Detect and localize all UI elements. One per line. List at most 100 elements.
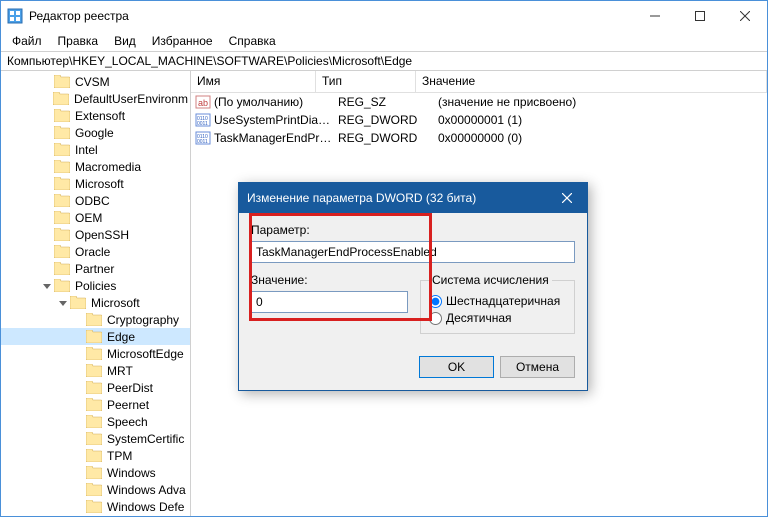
tree-label: Peernet — [105, 398, 151, 412]
tree-item[interactable]: Oracle — [1, 243, 190, 260]
dialog-close-button[interactable] — [547, 183, 587, 213]
window-title: Редактор реестра — [29, 9, 632, 23]
col-data[interactable]: Значение — [416, 71, 767, 92]
tree-pane[interactable]: CVSMDefaultUserEnvironmExtensoftGoogle In… — [1, 71, 191, 516]
cancel-button[interactable]: Отмена — [500, 356, 575, 378]
expand-icon[interactable] — [41, 280, 53, 292]
close-button[interactable] — [722, 1, 767, 31]
tree-item[interactable]: Speech — [1, 413, 190, 430]
radix-hex-row[interactable]: Шестнадцатеричная — [429, 294, 566, 308]
tree-label: ODBC — [73, 194, 112, 208]
list-row[interactable]: 01100011TaskManagerEndProc...REG_DWORD0x… — [191, 129, 767, 147]
tree-item[interactable]: OEM — [1, 209, 190, 226]
tree-item[interactable]: Windows Defe — [1, 515, 190, 516]
expand-icon[interactable] — [41, 93, 52, 105]
expand-icon[interactable] — [41, 161, 53, 173]
tree-item[interactable]: Intel — [1, 141, 190, 158]
tree-item[interactable]: MicrosoftEdge — [1, 345, 190, 362]
svg-text:0011: 0011 — [197, 139, 208, 145]
tree-item[interactable]: Windows Defe — [1, 498, 190, 515]
value-input[interactable] — [251, 291, 408, 313]
list-row[interactable]: 01100011UseSystemPrintDialogREG_DWORD0x0… — [191, 111, 767, 129]
row-data: 0x00000000 (0) — [432, 131, 767, 145]
tree-item[interactable]: MRT — [1, 362, 190, 379]
radix-hex-radio[interactable] — [429, 295, 442, 308]
tree-item[interactable]: Policies — [1, 277, 190, 294]
menu-view[interactable]: Вид — [107, 32, 143, 50]
ok-button[interactable]: OK — [419, 356, 494, 378]
tree-item[interactable]: Microsoft — [1, 175, 190, 192]
expand-icon[interactable] — [73, 365, 85, 377]
tree-item[interactable]: Microsoft — [1, 294, 190, 311]
tree-item[interactable]: ODBC — [1, 192, 190, 209]
titlebar: Редактор реестра — [1, 1, 767, 31]
radix-dec-label: Десятичная — [446, 311, 512, 325]
expand-icon[interactable] — [73, 484, 85, 496]
tree-label: CVSM — [73, 75, 112, 89]
expand-icon[interactable] — [73, 348, 85, 360]
list-row[interactable]: ab(По умолчанию)REG_SZ(значение не присв… — [191, 93, 767, 111]
row-type: REG_DWORD — [332, 113, 432, 127]
row-name: TaskManagerEndProc... — [214, 131, 332, 145]
expand-icon[interactable] — [73, 399, 85, 411]
menu-file[interactable]: Файл — [5, 32, 49, 50]
menu-edit[interactable]: Правка — [51, 32, 106, 50]
expand-icon[interactable] — [41, 229, 53, 241]
radix-dec-row[interactable]: Десятичная — [429, 311, 566, 325]
tree-item[interactable]: Edge — [1, 328, 190, 345]
tree-item[interactable]: Macromedia — [1, 158, 190, 175]
menu-help[interactable]: Справка — [222, 32, 283, 50]
expand-icon[interactable] — [41, 144, 53, 156]
tree-label: OEM — [73, 211, 104, 225]
param-name-input[interactable] — [251, 241, 575, 263]
tree-item[interactable]: OpenSSH — [1, 226, 190, 243]
expand-icon[interactable] — [41, 263, 53, 275]
radix-dec-radio[interactable] — [429, 312, 442, 325]
expand-icon[interactable] — [41, 178, 53, 190]
tree-item[interactable]: PeerDist — [1, 379, 190, 396]
expand-icon[interactable] — [41, 127, 53, 139]
tree-item[interactable]: TPM — [1, 447, 190, 464]
expand-icon[interactable] — [57, 297, 69, 309]
tree-item[interactable]: SystemCertific — [1, 430, 190, 447]
menubar: Файл Правка Вид Избранное Справка — [1, 31, 767, 51]
edit-dword-dialog: Изменение параметра DWORD (32 бита) Пара… — [238, 182, 588, 391]
row-data: 0x00000001 (1) — [432, 113, 767, 127]
expand-icon[interactable] — [73, 450, 85, 462]
tree-label: Edge — [105, 330, 137, 344]
expand-icon[interactable] — [73, 416, 85, 428]
col-type[interactable]: Тип — [316, 71, 416, 92]
minimize-button[interactable] — [632, 1, 677, 31]
expand-icon[interactable] — [73, 314, 85, 326]
tree-item[interactable]: Google — [1, 124, 190, 141]
tree-label: Oracle — [73, 245, 112, 259]
expand-icon[interactable] — [73, 331, 85, 343]
expand-icon[interactable] — [41, 76, 53, 88]
tree-item[interactable]: Partner — [1, 260, 190, 277]
tree-item[interactable]: CVSM — [1, 73, 190, 90]
expand-icon[interactable] — [73, 433, 85, 445]
tree-item[interactable]: Peernet — [1, 396, 190, 413]
tree-label: Intel — [73, 143, 100, 157]
expand-icon[interactable] — [73, 501, 85, 513]
tree-item[interactable]: DefaultUserEnvironm — [1, 90, 190, 107]
tree-label: MicrosoftEdge — [105, 347, 186, 361]
expand-icon[interactable] — [41, 110, 53, 122]
list-header: Имя Тип Значение — [191, 71, 767, 93]
expand-icon[interactable] — [73, 382, 85, 394]
maximize-button[interactable] — [677, 1, 722, 31]
expand-icon[interactable] — [41, 246, 53, 258]
address-bar[interactable]: Компьютер\HKEY_LOCAL_MACHINE\SOFTWARE\Po… — [1, 51, 767, 71]
tree-item[interactable]: Windows — [1, 464, 190, 481]
expand-icon[interactable] — [41, 195, 53, 207]
menu-favorites[interactable]: Избранное — [145, 32, 220, 50]
dialog-titlebar[interactable]: Изменение параметра DWORD (32 бита) — [239, 183, 587, 213]
expand-icon[interactable] — [73, 467, 85, 479]
tree-item[interactable]: Extensoft — [1, 107, 190, 124]
col-name[interactable]: Имя — [191, 71, 316, 92]
tree-item[interactable]: Cryptography — [1, 311, 190, 328]
tree-label: MRT — [105, 364, 135, 378]
tree-item[interactable]: Windows Adva — [1, 481, 190, 498]
expand-icon[interactable] — [41, 212, 53, 224]
tree-label: Windows — [105, 466, 158, 480]
